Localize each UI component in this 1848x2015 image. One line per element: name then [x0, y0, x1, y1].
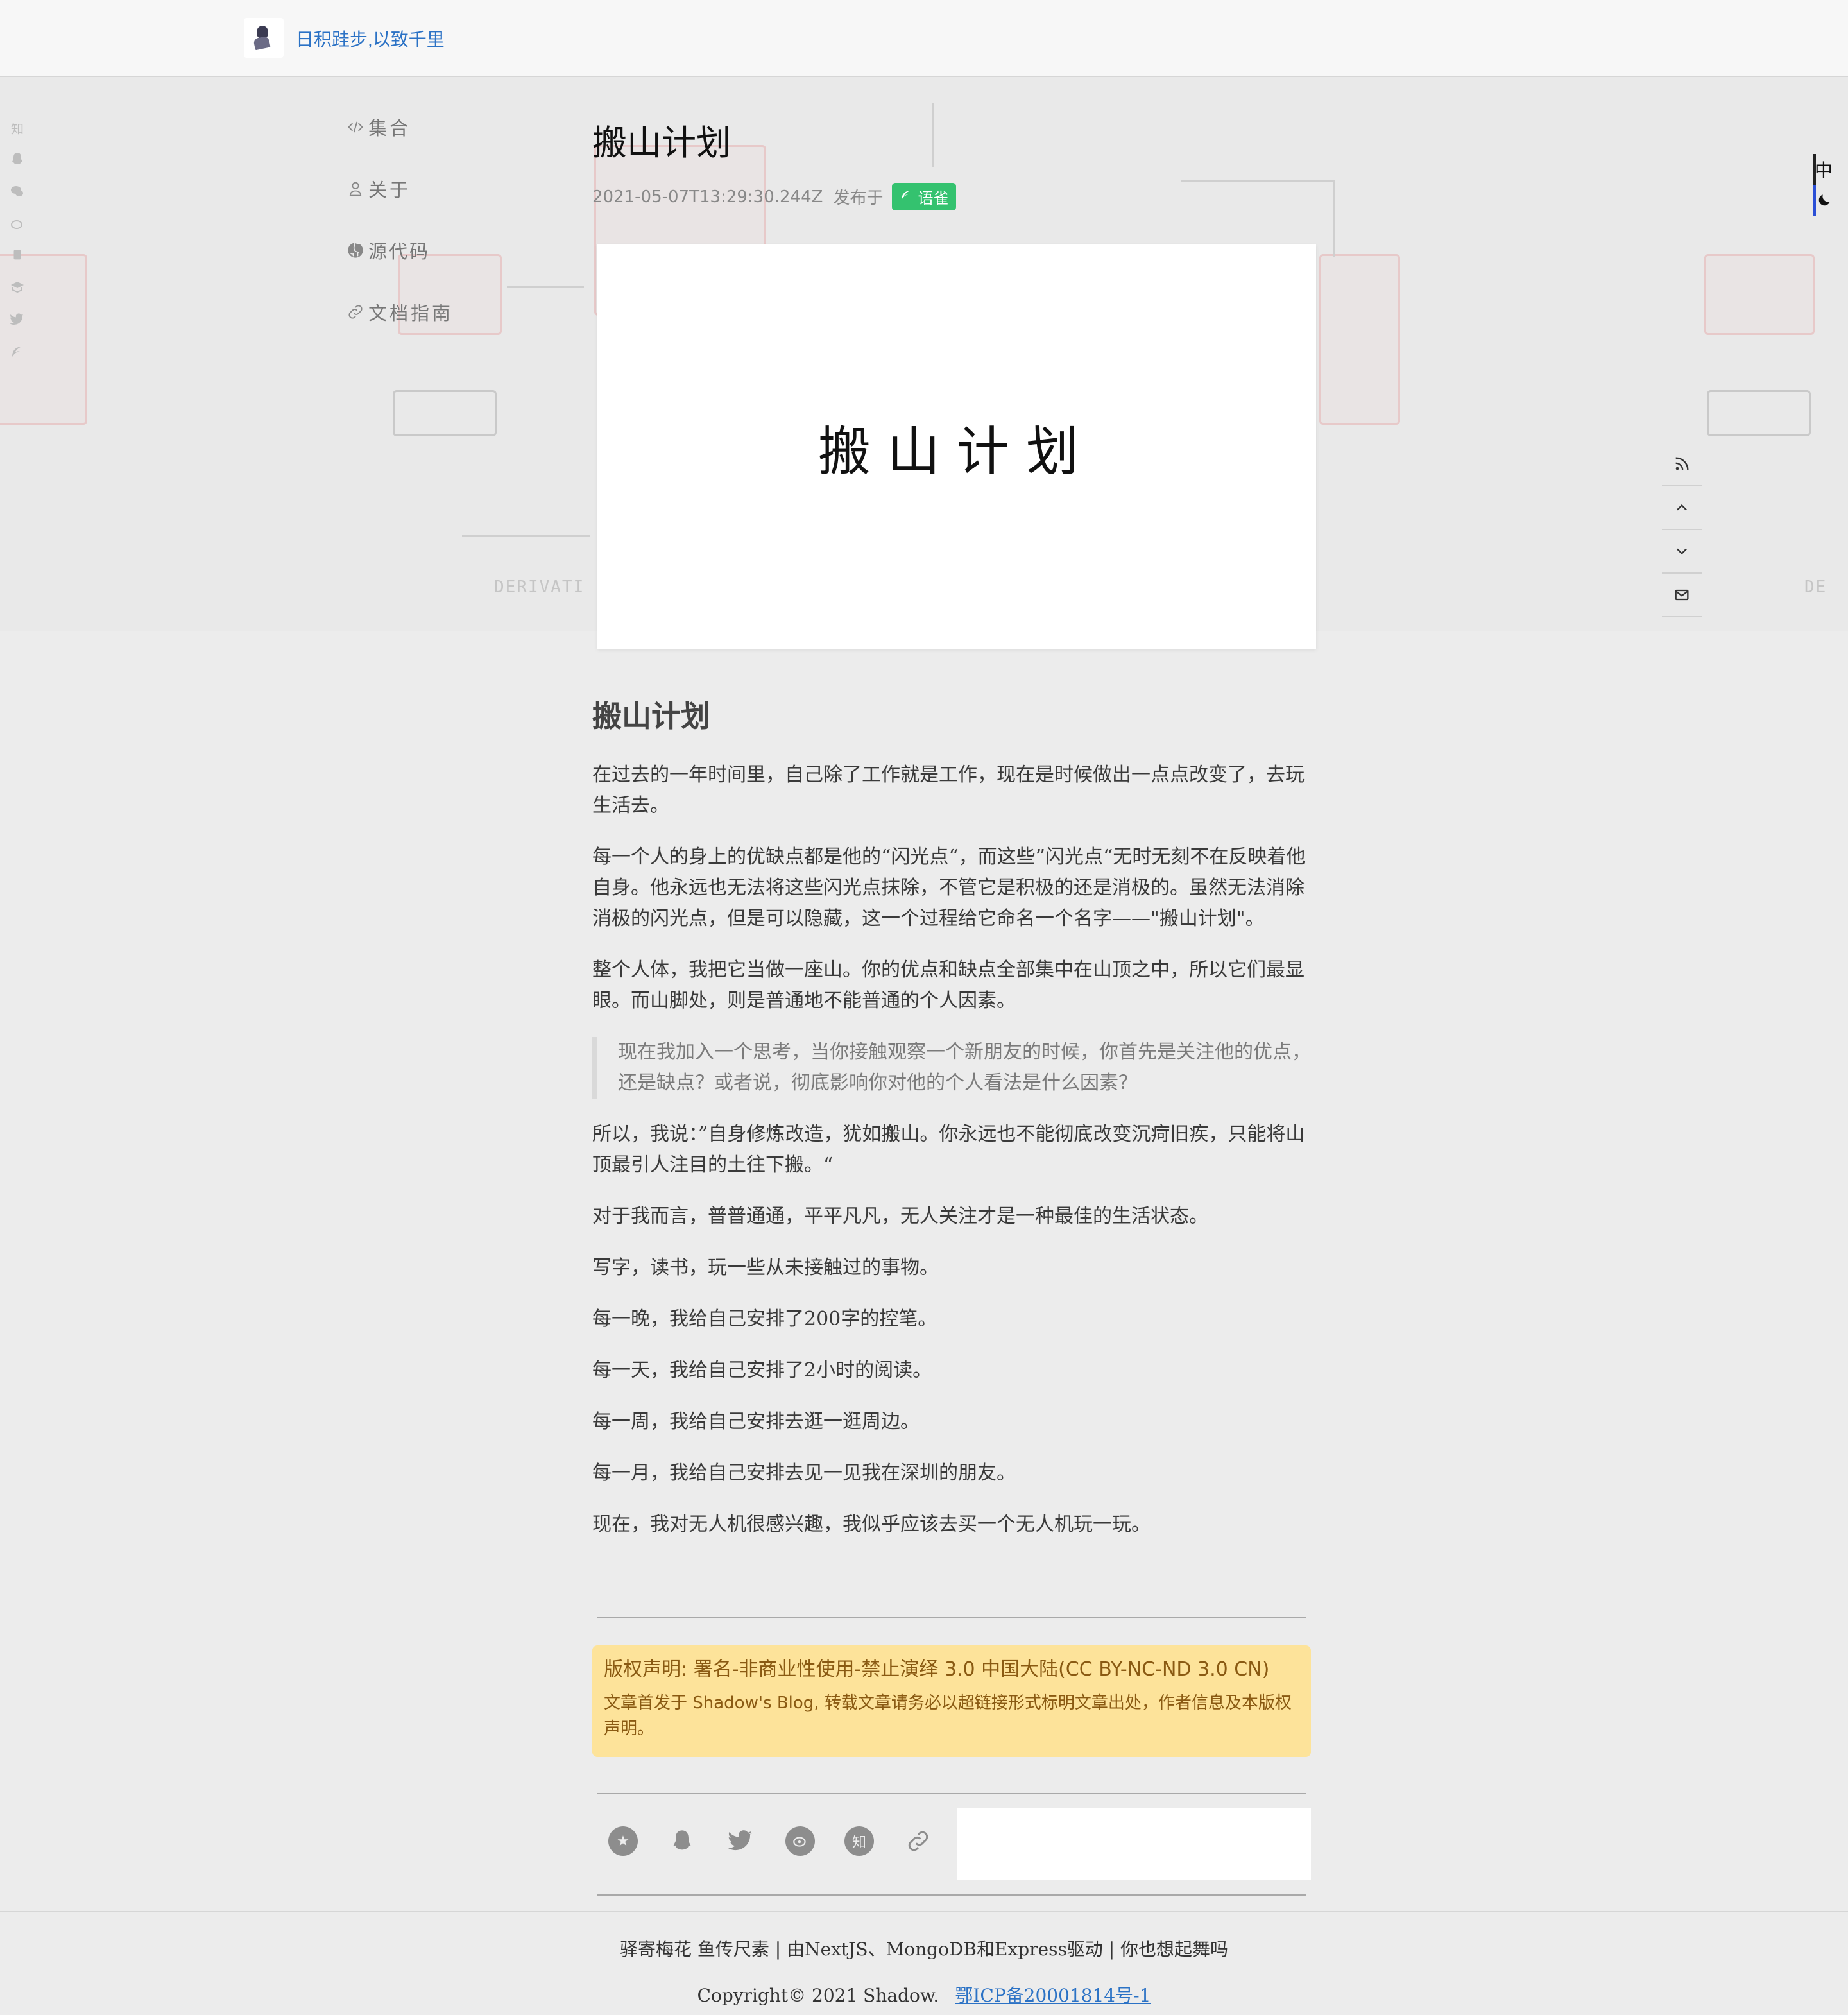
paragraph: 每一月，我给自己安排去见一见我在深圳的朋友。: [592, 1462, 1016, 1484]
paragraph: 写字，读书，玩一些从未接触过的事物。: [592, 1256, 939, 1279]
site-title[interactable]: 日积跬步,以致千里: [296, 26, 445, 51]
article-body: 在过去的一年时间里，自己除了工作就是工作，现在是时候做出一点点改变了，去玩生活去…: [592, 760, 1311, 1561]
share-bar: ★ 知: [608, 1826, 963, 1856]
nav-item-label: 文档指南: [368, 302, 454, 324]
share-qr-box: [957, 1808, 1311, 1880]
nav-item-docs[interactable]: 文档指南: [346, 300, 454, 324]
language-toggle[interactable]: 中: [1813, 154, 1833, 185]
paragraph: 现在，我对无人机很感兴趣，我似乎应该去买一个无人机玩一玩。: [592, 1513, 1151, 1536]
zhihu-icon[interactable]: 知: [8, 119, 27, 139]
post-meta: 2021-05-07T13:29:30.244Z 发布于 语雀: [592, 183, 1311, 210]
sketch-label: DERIVATI: [494, 578, 585, 597]
twitter-icon[interactable]: [8, 312, 27, 331]
paragraph: 每一天，我给自己安排了2小时的阅读。: [592, 1359, 932, 1382]
license-body: 文章首发于 Shadow's Blog, 转载文章请务必以超链接形式标明文章出处…: [604, 1693, 1292, 1738]
qq-icon[interactable]: [667, 1826, 697, 1856]
post-title: 搬山计划: [592, 123, 731, 163]
post-date: 2021-05-07T13:29:30.244Z: [592, 187, 823, 207]
rss-icon: [1675, 457, 1689, 470]
chevron-up-icon: [1677, 504, 1687, 511]
paragraph: 每一个人的身上的优缺点都是他的“闪光点“，而这些”闪光点“无时无刻不在反映着他自…: [592, 846, 1306, 930]
wechat-icon[interactable]: [8, 184, 27, 203]
copyright-text: Copyright© 2021 Shadow.: [697, 1985, 939, 2006]
dark-mode-toggle[interactable]: [1813, 185, 1833, 216]
zhihu-icon[interactable]: 知: [844, 1826, 874, 1856]
site-logo[interactable]: [244, 18, 284, 58]
nav-item-label: 关于: [368, 179, 411, 201]
blockquote: 现在我加入一个思考，当你接触观察一个新朋友的时候，你首先是关注他的优点，还是缺点…: [592, 1037, 1311, 1099]
code-icon: [348, 121, 363, 133]
feather-icon[interactable]: [8, 344, 27, 363]
left-social-strip: 知: [8, 119, 31, 376]
github-icon: [348, 241, 364, 258]
divider: [597, 1617, 1306, 1618]
chevron-down-icon: [1677, 548, 1687, 555]
sketch-arrow: [1181, 180, 1335, 182]
sketch-arrow: [1333, 180, 1335, 257]
divider: [597, 1894, 1306, 1896]
nav-item-about[interactable]: 关于: [346, 177, 453, 201]
article-heading: 搬山计划: [592, 699, 710, 733]
footer-copyright-row: Copyright© 2021 Shadow. 鄂ICP备20001814号-1: [0, 1982, 1848, 2007]
sketch-box: [1707, 390, 1811, 436]
icp-link[interactable]: 鄂ICP备20001814号-1: [955, 1985, 1151, 2006]
qzone-icon[interactable]: ★: [608, 1826, 638, 1856]
published-in-label: 发布于: [833, 189, 884, 208]
weibo-icon[interactable]: [785, 1826, 815, 1856]
tag-label: 语雀: [918, 189, 949, 207]
nav-item-label: 源代码: [368, 241, 431, 262]
scroll-bottom-button[interactable]: [1662, 530, 1702, 574]
link-icon: [348, 305, 363, 319]
logo-figure-body: [253, 35, 271, 51]
book-icon[interactable]: [8, 280, 27, 299]
footer-tagline: 驿寄梅花 鱼传尺素 | 由NextJS、MongoDB和Express驱动 | …: [619, 1939, 1229, 1960]
nav-item-source[interactable]: 源代码: [346, 239, 453, 262]
mail-icon: [1675, 589, 1689, 601]
rss-icon[interactable]: [8, 248, 27, 267]
nav-item-collection[interactable]: 集合: [346, 116, 453, 139]
qq-icon[interactable]: [8, 151, 27, 171]
sketch-label: DE: [1804, 578, 1827, 597]
twitter-icon[interactable]: [726, 1826, 756, 1856]
rss-button[interactable]: [1662, 443, 1702, 486]
lang-theme-switch: 中: [1813, 154, 1833, 216]
sketch-arrow: [462, 535, 590, 537]
cover-text: 搬山计划: [817, 421, 1095, 483]
site-header: 日积跬步,以致千里: [0, 0, 1848, 77]
moon-icon: [1818, 194, 1830, 206]
site-footer: 驿寄梅花 鱼传尺素 | 由NextJS、MongoDB和Express驱动 | …: [0, 1911, 1848, 2015]
sketch-box: [393, 390, 497, 436]
leaf-icon: [900, 189, 912, 205]
paragraph: 每一周，我给自己安排去逛一逛周边。: [592, 1410, 920, 1433]
paragraph: 所以，我说：”自身修炼改造，犹如搬山。你永远也不能彻底改变沉疴旧疾，只能将山顶最…: [592, 1123, 1305, 1176]
weibo-icon[interactable]: [8, 216, 27, 235]
mail-button[interactable]: [1662, 574, 1702, 617]
user-icon: [349, 182, 362, 196]
sketch-box: [1319, 254, 1400, 425]
paragraph: 整个人体，我把它当做一座山。你的优点和缺点全部集中在山顶之中，所以它们最显眼。而…: [592, 959, 1305, 1012]
paragraph: 对于我而言，普普通通，平平凡凡，无人关注才是一种最佳的生活状态。: [592, 1205, 1208, 1228]
license-notice: 版权声明: 署名-非商业性使用-禁止演绎 3.0 中国大陆(CC BY-NC-N…: [592, 1645, 1311, 1757]
link-icon[interactable]: [903, 1826, 933, 1856]
side-nav: 集合 关于 源代码 文档指南: [346, 116, 453, 362]
sketch-arrow: [507, 286, 584, 288]
sketch-box: [1704, 254, 1815, 335]
license-title: 版权声明: 署名-非商业性使用-禁止演绎 3.0 中国大陆(CC BY-NC-N…: [604, 1658, 1270, 1681]
paragraph: 在过去的一年时间里，自己除了工作就是工作，现在是时候做出一点点改变了，去玩生活去…: [592, 764, 1305, 817]
floating-toolbar: [1662, 443, 1702, 617]
divider: [597, 1793, 1306, 1794]
paragraph: 每一晚，我给自己安排了200字的控笔。: [592, 1308, 937, 1330]
nav-item-label: 集合: [368, 117, 411, 139]
scroll-top-button[interactable]: [1662, 486, 1702, 530]
cover-image: 搬山计划: [597, 244, 1316, 649]
source-tag[interactable]: 语雀: [892, 183, 957, 210]
